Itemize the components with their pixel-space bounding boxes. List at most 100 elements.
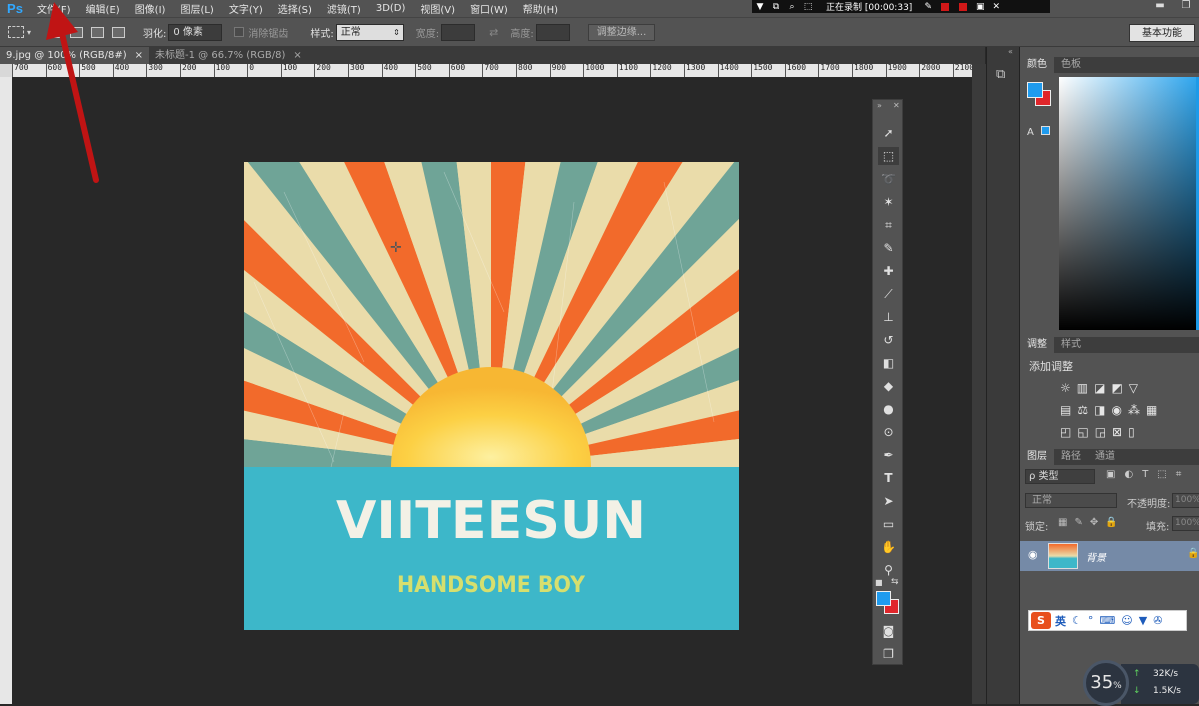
vertical-ruler[interactable] (0, 77, 12, 704)
brush-tool-icon[interactable]: ⟋ (878, 285, 899, 303)
tab-adjustments[interactable]: 调整 (1020, 337, 1054, 353)
ime-language[interactable]: 英 (1055, 613, 1066, 629)
lock-all-icon[interactable]: 🔒 (1105, 517, 1124, 528)
channel-mixer-icon[interactable]: ⁂ (1128, 403, 1146, 417)
vibrance-icon[interactable]: ▽ (1129, 381, 1144, 395)
tab-color[interactable]: 颜色 (1020, 57, 1054, 73)
layer-name[interactable]: 背景 (1086, 549, 1106, 564)
restore-icon[interactable]: ❐ (1173, 0, 1199, 14)
chevron-down-icon[interactable]: ▾ (27, 28, 31, 37)
moon-icon[interactable]: ☾ (1072, 614, 1082, 627)
dodge-tool-icon[interactable]: ⊙ (878, 423, 899, 441)
blur-tool-icon[interactable]: ● (878, 400, 899, 418)
menu-help[interactable]: 帮助(H) (516, 1, 566, 16)
type-filter-icon[interactable]: T (1142, 469, 1157, 480)
history-panel-icon[interactable]: ⧉ (996, 67, 1005, 82)
lock-move-icon[interactable]: ✥ (1090, 517, 1105, 528)
window-icon[interactable]: ⧉ (768, 2, 784, 12)
color-picker-field[interactable] (1059, 77, 1197, 330)
menu-view[interactable]: 视图(V) (413, 1, 463, 16)
fill-input[interactable]: 100% (1172, 516, 1199, 531)
black-white-icon[interactable]: ◨ (1094, 403, 1111, 417)
ruler-origin[interactable] (0, 64, 12, 77)
hue-sat-icon[interactable]: ▤ (1060, 403, 1077, 417)
lock-transparent-icon[interactable]: ▦ (1058, 517, 1074, 528)
record-icon[interactable] (959, 2, 968, 11)
type-tool-icon[interactable]: T (878, 469, 899, 487)
adjust-filter-icon[interactable]: ◐ (1124, 469, 1142, 480)
gamut-warning-icon[interactable]: A (1027, 127, 1034, 138)
width-input[interactable] (441, 23, 476, 41)
minimize-icon[interactable]: ▬ (1147, 0, 1173, 14)
lasso-tool-icon[interactable]: ➰ (878, 170, 899, 188)
opacity-input[interactable]: 100% (1172, 493, 1199, 508)
network-monitor[interactable]: ↑ 32K/s ↓ 1.5K/s 35% (1083, 660, 1199, 706)
shirt-icon[interactable]: ▼ (1139, 614, 1147, 627)
user-icon[interactable]: ☺ (1121, 614, 1132, 627)
curves-icon[interactable]: ◪ (1094, 381, 1111, 395)
lock-paint-icon[interactable]: ✎ (1074, 517, 1089, 528)
vertical-scrollbar[interactable] (972, 64, 986, 704)
eyedropper-tool-icon[interactable]: ✎ (878, 239, 899, 257)
rectangle-tool-icon[interactable]: ▭ (878, 515, 899, 533)
eye-icon[interactable]: ◉ (1028, 548, 1038, 561)
shape-filter-icon[interactable]: ⬚ (1157, 469, 1175, 480)
menu-3d[interactable]: 3D(D) (369, 3, 414, 14)
close-icon[interactable]: × (293, 50, 301, 61)
menu-type[interactable]: 文字(Y) (222, 1, 271, 16)
tab-styles[interactable]: 样式 (1054, 337, 1088, 353)
default-colors-icon[interactable]: ■ (875, 578, 883, 587)
color-balance-icon[interactable]: ⚖ (1077, 403, 1094, 417)
collapse-icon[interactable]: « (1008, 47, 1013, 56)
tab-channels[interactable]: 通道 (1088, 449, 1122, 465)
exposure-icon[interactable]: ◩ (1111, 381, 1128, 395)
region-icon[interactable]: ⬚ (800, 2, 816, 12)
foreground-color-swatch[interactable] (876, 591, 891, 606)
blend-mode-select[interactable]: 正常 (1025, 493, 1117, 508)
color-lookup-icon[interactable]: ▦ (1146, 403, 1163, 417)
pen-tool-icon[interactable]: ✒ (878, 446, 899, 464)
dropdown-icon[interactable]: ▼ (752, 2, 768, 12)
marquee-preset-icon[interactable] (8, 26, 24, 38)
swap-colors-icon[interactable]: ⇆ (891, 577, 899, 587)
feather-input[interactable]: 0 像素 (168, 23, 223, 41)
collapse-icon[interactable]: » (877, 101, 882, 110)
antialias-checkbox[interactable] (234, 27, 245, 37)
tab-swatches[interactable]: 色板 (1054, 57, 1088, 73)
close-icon[interactable]: × (135, 50, 143, 61)
close-icon[interactable]: ✕ (988, 2, 1004, 12)
menu-filter[interactable]: 滤镜(T) (320, 1, 369, 16)
gradient-map-icon[interactable]: ⊠ (1112, 425, 1128, 439)
intersect-selection-icon[interactable] (112, 26, 126, 38)
workspace-button[interactable]: 基本功能 (1129, 24, 1195, 42)
wrench-icon[interactable]: ✇ (1153, 614, 1162, 627)
menu-select[interactable]: 选择(S) (271, 1, 320, 16)
horizontal-ruler[interactable]: 700 600 500 400 300 200 100 0 100 200 300 400 500 600… (12, 64, 972, 77)
photo-filter-icon[interactable]: ◉ (1111, 403, 1127, 417)
ime-logo[interactable]: S (1031, 612, 1051, 629)
levels-icon[interactable]: ▥ (1077, 381, 1094, 395)
magic-wand-tool-icon[interactable]: ✶ (878, 193, 899, 211)
punctuation-icon[interactable]: ° (1088, 614, 1094, 627)
menu-image[interactable]: 图像(I) (128, 1, 174, 16)
healing-brush-tool-icon[interactable]: ✚ (878, 262, 899, 280)
history-brush-tool-icon[interactable]: ↺ (878, 331, 899, 349)
marquee-tool-icon[interactable]: ⬚ (878, 147, 899, 165)
hand-tool-icon[interactable]: ✋ (878, 538, 899, 556)
path-select-tool-icon[interactable]: ➤ (878, 492, 899, 510)
style-select[interactable]: 正常 ⇕ (335, 23, 404, 41)
menu-window[interactable]: 窗口(W) (463, 1, 516, 16)
stop-icon[interactable] (941, 2, 950, 11)
brightness-icon[interactable]: ☼ (1060, 381, 1077, 395)
tab-paths[interactable]: 路径 (1054, 449, 1088, 465)
swap-icon[interactable]: ⇄ (489, 26, 498, 39)
screen-mode-icon[interactable]: ❐ (878, 645, 899, 663)
height-input[interactable] (535, 23, 570, 41)
keyboard-icon[interactable]: ⌨ (1099, 614, 1115, 627)
posterize-icon[interactable]: ◱ (1077, 425, 1094, 439)
close-icon[interactable]: ✕ (893, 101, 900, 110)
search-icon[interactable]: ⌕ (784, 2, 800, 12)
layer-row[interactable]: ◉ 背景 🔒 (1020, 541, 1199, 571)
tab-layers[interactable]: 图层 (1020, 449, 1054, 465)
invert-icon[interactable]: ◰ (1060, 425, 1077, 439)
